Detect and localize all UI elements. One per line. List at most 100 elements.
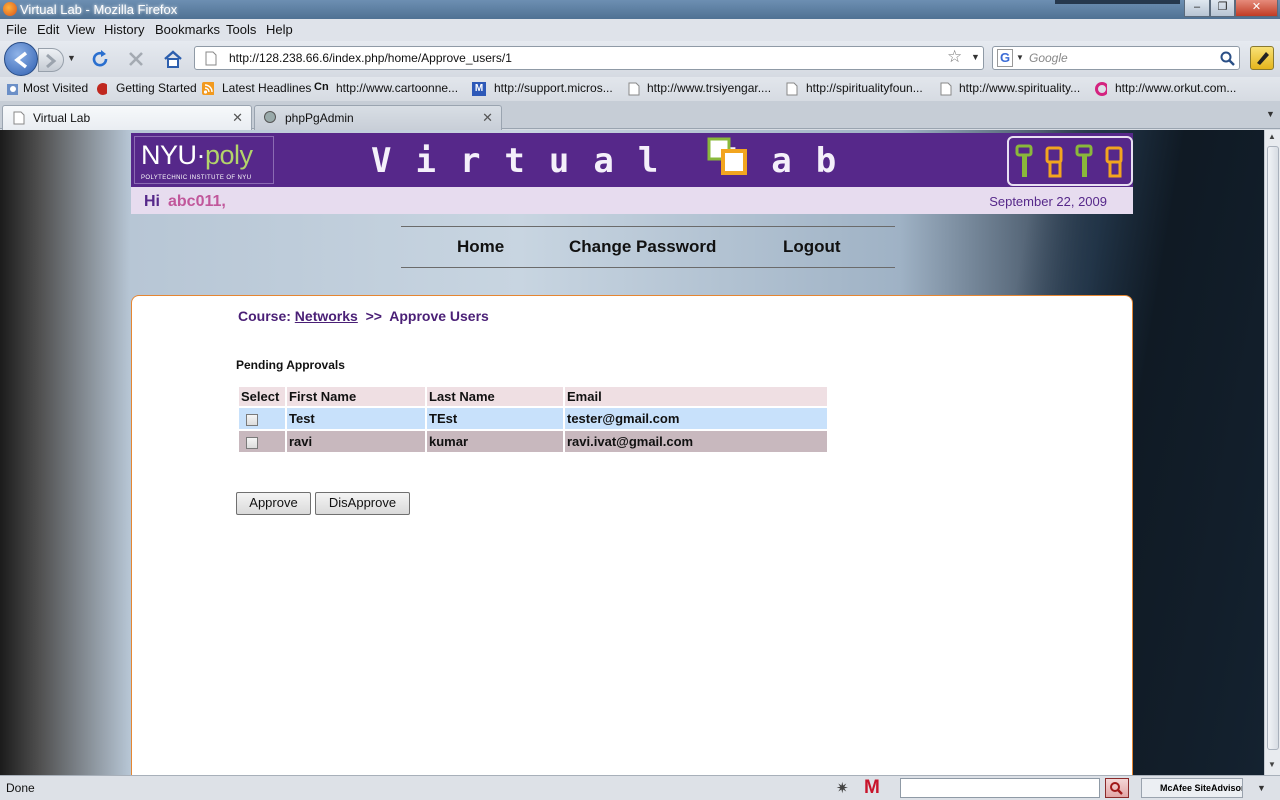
- status-text: Done: [6, 781, 35, 795]
- main-navigation: Home Change Password Logout: [401, 226, 895, 268]
- menu-view[interactable]: View: [67, 22, 95, 37]
- approve-button[interactable]: Approve: [236, 492, 311, 515]
- close-tab-icon[interactable]: ✕: [232, 110, 243, 126]
- siteadvisor-dropdown-icon[interactable]: ▼: [1257, 783, 1266, 793]
- history-dropdown-icon[interactable]: ▼: [67, 53, 76, 63]
- title-bar: Virtual Lab - Mozilla Firefox – ❐ ✕: [0, 0, 1280, 19]
- breadcrumb-course-link[interactable]: Networks: [295, 308, 358, 324]
- list-all-tabs-icon[interactable]: ▼: [1266, 109, 1275, 119]
- cartoon-site-icon: Cn: [314, 81, 329, 93]
- pending-approvals-heading: Pending Approvals: [236, 358, 345, 372]
- address-bar[interactable]: http://128.238.66.6/index.php/home/Appro…: [194, 46, 984, 70]
- pen-icon: [1257, 52, 1269, 65]
- bookmark-support-microsoft[interactable]: http://support.micros...: [494, 81, 613, 95]
- pending-users-table: Select First Name Last Name Email Test T…: [237, 385, 829, 454]
- most-visited-icon: [7, 84, 18, 95]
- tab-phppgadmin[interactable]: phpPgAdmin ✕: [254, 105, 502, 130]
- nyu-poly-logo: NYU·poly POLYTECHNIC INSTITUTE OF NYU: [134, 136, 274, 184]
- status-search-button[interactable]: [1105, 778, 1129, 798]
- bookmark-trsiyengar[interactable]: http://www.trsiyengar....: [647, 81, 771, 95]
- mcafee-icon[interactable]: M: [864, 777, 880, 799]
- reload-icon[interactable]: [89, 48, 111, 70]
- first-name-cell: ravi: [287, 431, 425, 452]
- highlighter-button[interactable]: [1250, 46, 1274, 70]
- select-checkbox[interactable]: [246, 413, 258, 426]
- window-title: Virtual Lab - Mozilla Firefox: [20, 2, 178, 17]
- menu-bookmarks[interactable]: Bookmarks: [155, 22, 220, 37]
- scroll-down-icon[interactable]: ▼: [1268, 760, 1276, 769]
- engine-dropdown-icon[interactable]: ▼: [1016, 53, 1024, 62]
- current-date: September 22, 2009: [989, 194, 1107, 209]
- bookmark-orkut[interactable]: http://www.orkut.com...: [1115, 81, 1236, 95]
- tab-label: phpPgAdmin: [285, 111, 354, 125]
- bookmarks-toolbar: Most Visited Getting Started Latest Head…: [0, 77, 1280, 101]
- menu-tools[interactable]: Tools: [226, 22, 256, 37]
- home-icon[interactable]: [162, 48, 184, 70]
- menu-edit[interactable]: Edit: [37, 22, 59, 37]
- last-name-cell: kumar: [427, 431, 563, 452]
- url-text[interactable]: http://128.238.66.6/index.php/home/Appro…: [229, 51, 512, 65]
- forward-button[interactable]: [38, 48, 64, 72]
- col-email: Email: [565, 387, 827, 406]
- stop-icon[interactable]: [126, 49, 146, 69]
- bookmark-spiritualityfoundation[interactable]: http://spiritualityfoun...: [806, 81, 923, 95]
- table-row: Test TEst tester@gmail.com: [239, 408, 827, 429]
- menu-help[interactable]: Help: [266, 22, 293, 37]
- bookmark-spirituality[interactable]: http://www.spirituality...: [959, 81, 1080, 95]
- menu-history[interactable]: History: [104, 22, 144, 37]
- select-checkbox[interactable]: [246, 436, 258, 449]
- tab-virtual-lab[interactable]: Virtual Lab ✕: [2, 105, 252, 130]
- minimize-button[interactable]: –: [1184, 0, 1210, 17]
- search-box[interactable]: G ▼ Google: [992, 46, 1240, 70]
- close-window-button[interactable]: ✕: [1235, 0, 1278, 17]
- table-header-row: Select First Name Last Name Email: [239, 387, 827, 406]
- status-search-field[interactable]: [900, 778, 1100, 798]
- nav-home[interactable]: Home: [457, 237, 504, 257]
- bookmark-cartoonnetwork[interactable]: http://www.cartoonne...: [336, 81, 458, 95]
- siteadvisor-button[interactable]: McAfee SiteAdvisor: [1141, 778, 1243, 798]
- google-engine-icon[interactable]: G: [997, 49, 1013, 67]
- site-title: Virtual Lab: [371, 141, 861, 181]
- tab-strip: Virtual Lab ✕ phpPgAdmin ✕ ▼: [0, 101, 1280, 130]
- close-tab-icon[interactable]: ✕: [482, 110, 493, 126]
- scrollbar-thumb[interactable]: [1267, 146, 1279, 750]
- greeting-text: Hi: [144, 193, 160, 210]
- bookmark-star-icon[interactable]: ☆: [947, 47, 962, 67]
- bookmark-getting-started[interactable]: Getting Started: [116, 81, 197, 95]
- url-dropdown-icon[interactable]: ▼: [971, 52, 980, 62]
- logo-poly: poly: [205, 140, 253, 170]
- browser-window: Virtual Lab - Mozilla Firefox – ❐ ✕ File…: [0, 0, 1280, 800]
- search-icon[interactable]: [1220, 51, 1236, 67]
- maximize-button[interactable]: ❐: [1210, 0, 1235, 17]
- orkut-icon: [1095, 82, 1107, 96]
- bookmark-latest-headlines[interactable]: Latest Headlines: [222, 81, 311, 95]
- page-icon: [13, 111, 25, 125]
- nav-change-password[interactable]: Change Password: [569, 237, 716, 257]
- menu-file[interactable]: File: [6, 22, 27, 37]
- menu-bar: File Edit View History Bookmarks Tools H…: [0, 19, 1280, 41]
- username: abc011,: [168, 193, 226, 210]
- col-last-name: Last Name: [427, 387, 563, 406]
- title-bar-strip: [1055, 0, 1180, 4]
- search-input[interactable]: Google: [1029, 51, 1068, 65]
- back-button[interactable]: [4, 42, 38, 76]
- search-icon: [1110, 782, 1123, 795]
- microsoft-support-icon: M: [472, 82, 486, 96]
- col-first-name: First Name: [287, 387, 425, 406]
- elephant-icon: [264, 111, 276, 123]
- site-header: NYU·poly POLYTECHNIC INSTITUTE OF NYU Vi…: [131, 133, 1133, 187]
- getting-started-icon: [97, 83, 107, 95]
- content-panel: Course: Networks >> Approve Users Pendin…: [131, 295, 1133, 775]
- addon-gear-icon[interactable]: ✷: [836, 779, 849, 797]
- bookmark-most-visited[interactable]: Most Visited: [23, 81, 88, 95]
- logo-nyu: NYU: [141, 140, 197, 170]
- vertical-scrollbar[interactable]: ▲ ▼: [1264, 130, 1280, 775]
- select-cell: [239, 408, 285, 429]
- scroll-up-icon[interactable]: ▲: [1268, 132, 1276, 141]
- last-name-cell: TEst: [427, 408, 563, 429]
- nav-logout[interactable]: Logout: [783, 237, 841, 257]
- rss-feed-icon: [202, 82, 214, 95]
- breadcrumb-current: Approve Users: [389, 308, 489, 324]
- disapprove-button[interactable]: DisApprove: [315, 492, 410, 515]
- select-cell: [239, 431, 285, 452]
